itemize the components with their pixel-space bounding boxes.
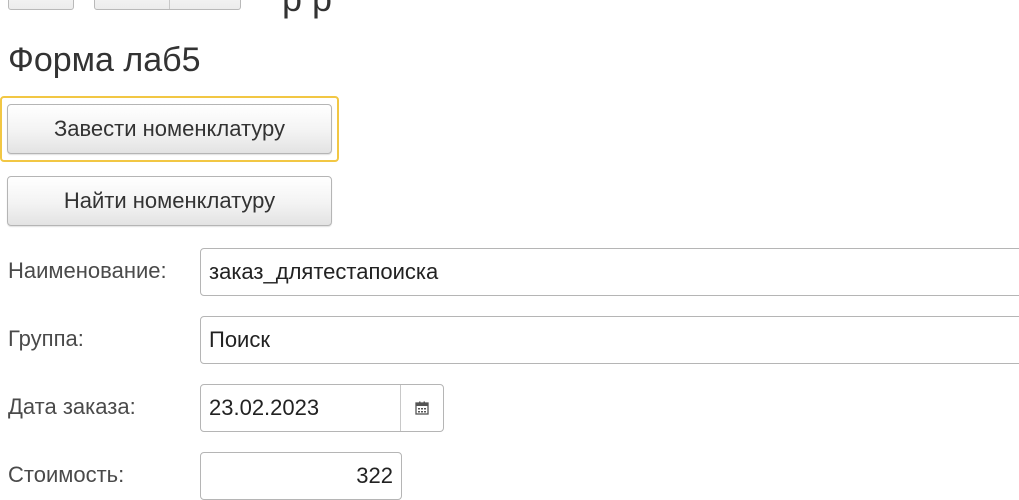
cost-field[interactable]: 322 [200,452,402,500]
back-button[interactable] [8,0,74,10]
form-page: р р Форма лаб5 Завести номенклатуру Найт… [0,0,1019,500]
calendar-icon [415,401,429,415]
find-nomenclature-button[interactable]: Найти номенклатуру [7,176,332,226]
calendar-button[interactable] [400,385,443,431]
order-date-label: Дата заказа: [8,394,136,419]
button-group-divider [169,0,170,9]
name-field[interactable]: заказ_длятестапоиска [200,248,1019,296]
name-label: Наименование: [8,258,167,283]
order-date-field[interactable]: 23.02.2023 [200,384,444,432]
group-label: Группа: [8,326,84,351]
form-title: Форма лаб5 [8,41,201,79]
cost-label: Стоимость: [8,462,125,487]
create-nomenclature-button[interactable]: Завести номенклатуру [7,104,332,154]
navigation-button-group[interactable] [94,0,241,10]
window-title-fragment: р р [282,0,332,20]
order-date-value: 23.02.2023 [209,395,320,420]
group-field[interactable]: Поиск [200,316,1019,364]
